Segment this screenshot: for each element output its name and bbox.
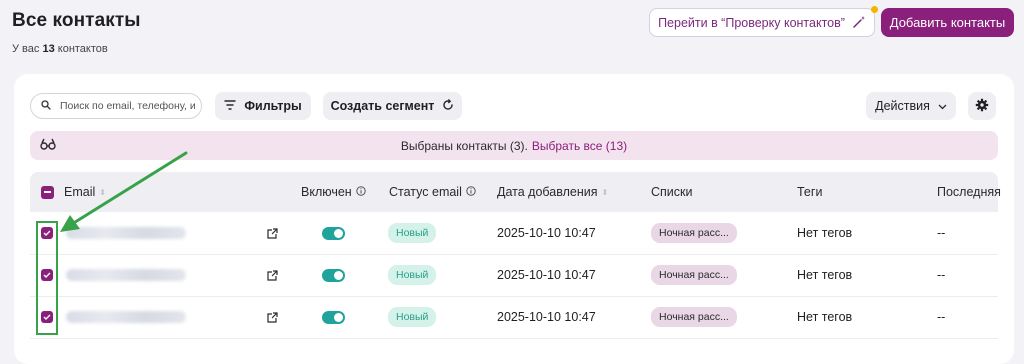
- table-row[interactable]: Новый 2025-10-10 10:47 Ночная расс... Не…: [30, 296, 998, 339]
- actions-dropdown[interactable]: Действия: [866, 92, 956, 120]
- search-input[interactable]: [58, 99, 201, 113]
- filters-button[interactable]: Фильтры: [215, 92, 311, 120]
- refresh-icon: [442, 98, 454, 114]
- go-to-contact-check-button[interactable]: Перейти в “Проверку контактов”: [649, 6, 878, 37]
- info-icon: [356, 185, 366, 199]
- table-header: Email ⬍ Включен Статус email Дата добавл…: [30, 172, 1001, 212]
- create-segment-button[interactable]: Создать сегмент: [323, 92, 462, 120]
- select-all-link[interactable]: Выбрать все (13): [532, 139, 627, 153]
- column-last: Последняя: [937, 185, 1001, 199]
- status-badge: Новый: [388, 254, 437, 296]
- row-checkbox[interactable]: [41, 212, 53, 254]
- enabled-toggle[interactable]: [322, 254, 345, 296]
- column-email-status: Статус email: [389, 172, 476, 212]
- tags-text: Нет тегов: [797, 226, 853, 240]
- sort-icon: ⬍: [99, 187, 106, 197]
- chevron-down-icon: [938, 99, 947, 113]
- select-all-checkbox[interactable]: [41, 172, 54, 212]
- selection-banner: Выбраны контакты (3). Выбрать все (13): [30, 131, 998, 160]
- row-checkbox[interactable]: [41, 296, 53, 338]
- contacts-count: У вас 13 контактов: [12, 43, 108, 55]
- gear-icon: [975, 98, 989, 115]
- email-blurred: [66, 296, 186, 338]
- enabled-toggle[interactable]: [322, 296, 345, 338]
- list-badge: Ночная расс...: [651, 254, 737, 296]
- date-added: 2025-10-10 10:47: [497, 226, 596, 240]
- column-lists: Списки: [651, 185, 693, 199]
- last-activity: --: [937, 226, 946, 240]
- last-activity: --: [937, 268, 946, 282]
- date-added: 2025-10-10 10:47: [497, 310, 596, 324]
- contacts-card: Фильтры Создать сегмент Действия Выбраны…: [14, 74, 1014, 364]
- filter-icon: [224, 99, 237, 113]
- glasses-icon: [40, 138, 56, 153]
- column-email[interactable]: Email ⬍: [64, 172, 106, 212]
- list-badge: Ночная расс...: [651, 296, 737, 338]
- row-checkbox[interactable]: [41, 254, 53, 296]
- settings-button[interactable]: [968, 92, 996, 120]
- selected-count-text: Выбраны контакты (3).: [400, 138, 528, 153]
- add-contacts-button[interactable]: Добавить контакты: [881, 8, 1014, 37]
- tags-text: Нет тегов: [797, 268, 853, 282]
- status-badge: Новый: [388, 212, 437, 254]
- open-link-icon[interactable]: [267, 212, 278, 254]
- page-title: Все контакты: [12, 10, 141, 31]
- email-blurred: [66, 212, 186, 254]
- table-row[interactable]: Новый 2025-10-10 10:47 Ночная расс... Не…: [30, 254, 998, 297]
- column-date-added[interactable]: Дата добавления ⬍: [497, 172, 608, 212]
- info-icon: [466, 185, 476, 199]
- search-icon: [41, 97, 51, 115]
- magic-wand-icon: [853, 15, 866, 31]
- list-badge: Ночная расс...: [651, 212, 737, 254]
- date-added: 2025-10-10 10:47: [497, 268, 596, 282]
- open-link-icon[interactable]: [267, 254, 278, 296]
- sort-icon: ⬍: [601, 187, 609, 197]
- last-activity: --: [937, 310, 946, 324]
- enabled-toggle[interactable]: [322, 212, 345, 254]
- tags-text: Нет тегов: [797, 310, 853, 324]
- email-blurred: [66, 254, 186, 296]
- column-enabled: Включен: [301, 172, 366, 212]
- status-badge: Новый: [388, 296, 437, 338]
- column-tags: Теги: [797, 185, 823, 199]
- notification-dot: [871, 6, 878, 13]
- search-box[interactable]: [30, 93, 202, 119]
- table-row[interactable]: Новый 2025-10-10 10:47 Ночная расс... Не…: [30, 212, 998, 255]
- open-link-icon[interactable]: [267, 296, 278, 338]
